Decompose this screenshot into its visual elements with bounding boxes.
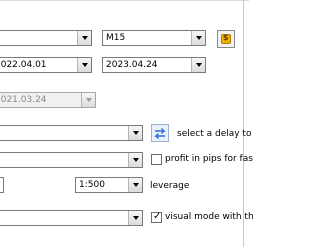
chevron-down-icon[interactable] xyxy=(81,93,95,107)
deposit-select[interactable] xyxy=(0,177,4,193)
chevron-down-icon[interactable] xyxy=(191,58,205,72)
symbol-select[interactable] xyxy=(0,30,92,46)
to-date-picker[interactable]: 2023.04.24 xyxy=(102,57,206,73)
optimization-select[interactable] xyxy=(0,210,143,226)
profit-mode-select[interactable] xyxy=(0,152,143,168)
forward-date-value: 2021.03.24 xyxy=(0,95,47,105)
delay-label: select a delay to xyxy=(177,129,252,139)
visual-mode-checkbox[interactable]: ✓ xyxy=(151,211,162,223)
leverage-value: 1:500 xyxy=(79,180,105,190)
to-date-value: 2023.04.24 xyxy=(106,60,158,70)
leverage-label: leverage xyxy=(150,181,190,191)
period-value: M15 xyxy=(106,33,126,43)
from-date-picker[interactable]: 2022.04.01 xyxy=(0,57,92,73)
symbol-properties-button[interactable] xyxy=(217,30,235,48)
chevron-down-icon[interactable] xyxy=(77,58,91,72)
chevron-down-icon[interactable] xyxy=(128,178,142,192)
panel-divider xyxy=(243,0,244,247)
visual-mode-label: visual mode with th xyxy=(165,212,254,222)
forward-date-picker[interactable]: 2021.03.24 xyxy=(0,92,96,108)
profit-pips-label: profit in pips for fas xyxy=(165,154,253,164)
profit-pips-checkbox[interactable] xyxy=(151,154,162,165)
checkmark-icon: ✓ xyxy=(153,211,162,222)
from-date-value: 2022.04.01 xyxy=(0,60,47,70)
chevron-down-icon[interactable] xyxy=(128,126,142,140)
delay-arrows-icon[interactable] xyxy=(151,124,169,142)
chevron-down-icon[interactable] xyxy=(191,31,205,45)
delay-select[interactable] xyxy=(0,125,143,141)
leverage-select[interactable]: 1:500 xyxy=(75,177,143,193)
gold-dollar-icon xyxy=(221,33,231,44)
period-select[interactable]: M15 xyxy=(102,30,206,46)
chevron-down-icon[interactable] xyxy=(77,31,91,45)
chevron-down-icon[interactable] xyxy=(128,211,142,225)
chevron-down-icon[interactable] xyxy=(128,153,142,167)
